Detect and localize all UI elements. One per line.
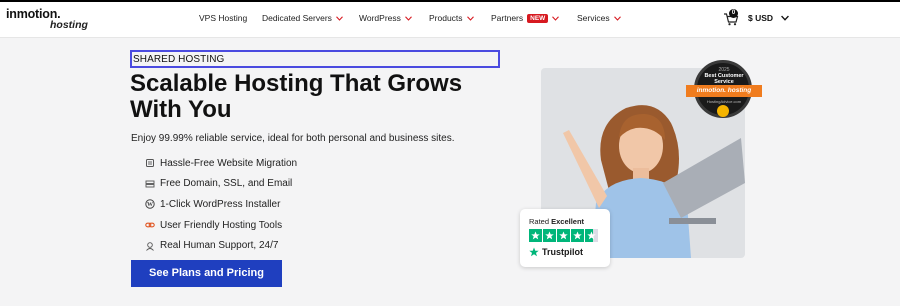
nav-vps-hosting[interactable]: VPS Hosting	[199, 13, 247, 23]
rating-word: Excellent	[551, 217, 585, 226]
migration-icon	[146, 159, 154, 168]
best-customer-service-award-badge: 2025 Best Customer Service inmotion. hos…	[686, 60, 762, 122]
nav-wordpress-label: WordPress	[359, 13, 401, 23]
see-plans-and-pricing-button[interactable]: See Plans and Pricing	[131, 260, 282, 287]
half-star-icon	[585, 229, 598, 242]
star-icon	[571, 229, 584, 242]
list-item: Hassle-Free Website Migration	[145, 153, 297, 174]
list-item: Real Human Support, 24/7	[145, 235, 297, 256]
nav-dedicated-servers[interactable]: Dedicated Servers	[262, 13, 343, 23]
award-ribbon: inmotion. hosting	[686, 85, 762, 97]
hero-headline: Scalable Hosting That Grows With You	[130, 71, 490, 123]
hero-lead: Enjoy 99.99% reliable service, ideal for…	[131, 133, 455, 144]
chevron-down-icon	[336, 15, 343, 21]
currency-label: $ USD	[748, 13, 774, 23]
list-item: User Friendly Hosting Tools	[145, 215, 297, 236]
rated-prefix: Rated	[529, 217, 550, 226]
trustpilot-stars	[529, 229, 598, 242]
wordpress-icon: W	[145, 199, 155, 210]
award-title: Best Customer Service	[686, 73, 762, 85]
feature-label: User Friendly Hosting Tools	[160, 219, 283, 231]
nav-services-label: Services	[577, 13, 610, 23]
cart-count-badge: 0	[729, 9, 738, 18]
feature-list: Hassle-Free Website Migration Free Domai…	[145, 153, 297, 256]
feature-label: Real Human Support, 24/7	[160, 240, 279, 252]
nav-partners-label: Partners	[491, 13, 524, 23]
list-item: Free Domain, SSL, and Email	[145, 174, 297, 195]
chevron-down-icon	[552, 15, 560, 21]
trustpilot-brand: Trustpilot	[542, 247, 583, 257]
new-badge: NEW	[527, 13, 549, 23]
hero-kicker: SHARED HOSTING	[130, 50, 500, 68]
list-item: W 1-Click WordPress Installer	[145, 194, 297, 215]
server-icon	[145, 180, 155, 188]
top-navigation-bar: inmotion. hosting VPS Hosting Dedicated …	[0, 0, 900, 38]
svg-text:W: W	[147, 203, 153, 209]
nav-services[interactable]: Services	[577, 13, 621, 23]
support-icon	[146, 241, 154, 251]
logo-sub-text: hosting	[50, 19, 88, 31]
award-source: HostingAdvice.com	[706, 99, 742, 104]
nav-products[interactable]: Products	[429, 13, 474, 23]
star-medal-icon	[717, 105, 729, 117]
hero-headline-line-1: Scalable Hosting That Grows	[130, 70, 463, 97]
chevron-down-icon	[404, 15, 412, 21]
currency-selector[interactable]: $ USD	[748, 13, 789, 23]
trustpilot-rated-text: Rated Excellent	[529, 217, 584, 226]
nav-partners[interactable]: Partners NEW	[491, 13, 560, 23]
feature-label: Hassle-Free Website Migration	[160, 157, 298, 169]
trustpilot-star-icon	[529, 247, 539, 257]
nav-products-label: Products	[429, 13, 463, 23]
trustpilot-logo: Trustpilot	[529, 247, 583, 257]
star-icon	[543, 229, 556, 242]
inmotion-hosting-logo[interactable]: inmotion. hosting	[6, 7, 94, 33]
star-icon	[529, 229, 542, 242]
feature-label: Free Domain, SSL, and Email	[160, 178, 293, 190]
trustpilot-rating-card[interactable]: Rated Excellent Trustpilot	[520, 209, 610, 267]
feature-label: 1-Click WordPress Installer	[160, 198, 281, 210]
chevron-down-icon	[613, 15, 621, 21]
nav-vps-hosting-label: VPS Hosting	[199, 13, 248, 23]
nav-wordpress[interactable]: WordPress	[359, 13, 412, 23]
link-icon	[145, 222, 155, 228]
chevron-down-icon	[466, 15, 474, 21]
star-icon	[557, 229, 570, 242]
nav-dedicated-servers-label: Dedicated Servers	[262, 13, 332, 23]
hero-headline-line-2: With You	[130, 96, 232, 123]
chevron-down-icon	[781, 15, 789, 21]
